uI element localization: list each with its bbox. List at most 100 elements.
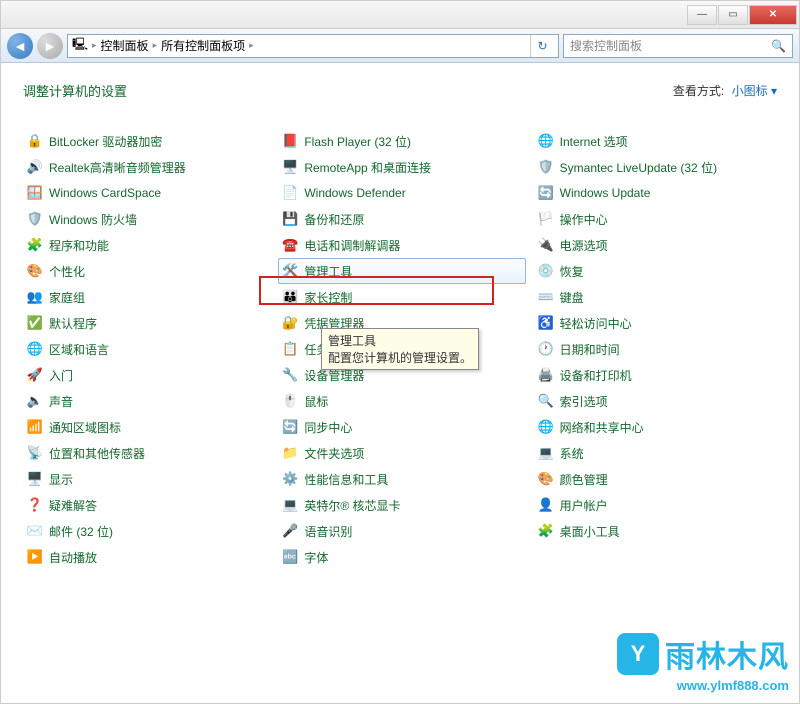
cp-item[interactable]: 📶通知区域图标 bbox=[23, 414, 270, 440]
item-label: Realtek高清晰音频管理器 bbox=[49, 159, 186, 176]
maximize-button[interactable]: ▭ bbox=[718, 5, 748, 25]
cp-item[interactable]: 🔄同步中心 bbox=[278, 414, 525, 440]
cp-item[interactable]: 🔄Windows Update bbox=[534, 180, 781, 206]
search-input[interactable]: 搜索控制面板 🔍 bbox=[563, 34, 793, 58]
view-by-control[interactable]: 查看方式: 小图标 ▾ bbox=[673, 82, 777, 99]
item-icon: 🪟 bbox=[27, 185, 43, 201]
item-label: 自动播放 bbox=[49, 549, 97, 566]
cp-item[interactable]: 🕐日期和时间 bbox=[534, 336, 781, 362]
breadcrumb[interactable]: 🖳 ▸ 控制面板 ▸ 所有控制面板项 ▸ ↻ bbox=[67, 34, 559, 58]
item-icon: 🛡️ bbox=[27, 211, 43, 227]
item-label: Windows Update bbox=[560, 186, 651, 200]
item-icon: 👪 bbox=[282, 289, 298, 305]
watermark-logo-icon: Y bbox=[617, 633, 659, 675]
close-button[interactable]: ✕ bbox=[749, 5, 797, 25]
crumb-control-panel[interactable]: 控制面板 bbox=[101, 37, 149, 54]
cp-item[interactable]: 🚀入门 bbox=[23, 362, 270, 388]
cp-item[interactable]: 🧩桌面小工具 bbox=[534, 518, 781, 544]
cp-item[interactable]: 🔒BitLocker 驱动器加密 bbox=[23, 128, 270, 154]
chevron-right-icon: ▸ bbox=[153, 40, 158, 51]
view-by-value[interactable]: 小图标 ▾ bbox=[732, 84, 777, 98]
cp-item[interactable]: 🛡️Windows 防火墙 bbox=[23, 206, 270, 232]
item-label: 轻松访问中心 bbox=[560, 315, 632, 332]
cp-item[interactable]: 🔈声音 bbox=[23, 388, 270, 414]
cp-item[interactable]: 📡位置和其他传感器 bbox=[23, 440, 270, 466]
item-icon: 🌐 bbox=[538, 133, 554, 149]
item-icon: 🔄 bbox=[282, 419, 298, 435]
item-icon: 🔤 bbox=[282, 549, 298, 565]
item-label: 操作中心 bbox=[560, 211, 608, 228]
cp-item[interactable]: ⌨️键盘 bbox=[534, 284, 781, 310]
item-icon: 💿 bbox=[538, 263, 554, 279]
cp-item[interactable]: 🌐区域和语言 bbox=[23, 336, 270, 362]
cp-item[interactable]: ♿轻松访问中心 bbox=[534, 310, 781, 336]
cp-item[interactable]: 🧩程序和功能 bbox=[23, 232, 270, 258]
crumb-all-items[interactable]: 所有控制面板项 bbox=[161, 37, 245, 54]
item-icon: 🔊 bbox=[27, 159, 43, 175]
item-label: 用户帐户 bbox=[560, 497, 608, 514]
item-label: 家长控制 bbox=[304, 289, 352, 306]
item-label: BitLocker 驱动器加密 bbox=[49, 133, 162, 150]
cp-item[interactable]: 🛠️管理工具 bbox=[278, 258, 525, 284]
item-icon: 💻 bbox=[282, 497, 298, 513]
minimize-button[interactable]: — bbox=[687, 5, 717, 25]
item-icon: 🔍 bbox=[538, 393, 554, 409]
item-label: 设备和打印机 bbox=[560, 367, 632, 384]
cp-item[interactable]: 💾备份和还原 bbox=[278, 206, 525, 232]
cp-item[interactable]: 🔍索引选项 bbox=[534, 388, 781, 414]
cp-item[interactable]: 🖥️显示 bbox=[23, 466, 270, 492]
item-label: 键盘 bbox=[560, 289, 584, 306]
forward-button[interactable]: ► bbox=[37, 33, 63, 59]
cp-item[interactable]: 📕Flash Player (32 位) bbox=[278, 128, 525, 154]
item-label: Internet 选项 bbox=[560, 133, 628, 150]
cp-item[interactable]: 🌐网络和共享中心 bbox=[534, 414, 781, 440]
cp-item[interactable]: 🏳️操作中心 bbox=[534, 206, 781, 232]
item-label: 性能信息和工具 bbox=[304, 471, 388, 488]
item-label: 桌面小工具 bbox=[560, 523, 620, 540]
cp-item[interactable]: ▶️自动播放 bbox=[23, 544, 270, 570]
cp-item[interactable]: ✉️邮件 (32 位) bbox=[23, 518, 270, 544]
refresh-button[interactable]: ↻ bbox=[530, 35, 554, 57]
cp-item[interactable]: ❓疑难解答 bbox=[23, 492, 270, 518]
cp-item[interactable]: 🎨颜色管理 bbox=[534, 466, 781, 492]
cp-item[interactable]: 🖥️RemoteApp 和桌面连接 bbox=[278, 154, 525, 180]
cp-item[interactable]: ☎️电话和调制解调器 bbox=[278, 232, 525, 258]
tooltip: 管理工具 配置您计算机的管理设置。 bbox=[321, 328, 479, 370]
item-label: 语音识别 bbox=[304, 523, 352, 540]
chevron-right-icon: ▸ bbox=[249, 40, 254, 51]
cp-item[interactable]: 🔌电源选项 bbox=[534, 232, 781, 258]
view-by-label: 查看方式: bbox=[673, 84, 724, 98]
item-icon: 🖨️ bbox=[538, 367, 554, 383]
cp-item[interactable]: 💿 恢复 bbox=[534, 258, 781, 284]
cp-item[interactable]: 🛡️Symantec LiveUpdate (32 位) bbox=[534, 154, 781, 180]
item-icon: 🔐 bbox=[282, 315, 298, 331]
cp-item[interactable]: ✅默认程序 bbox=[23, 310, 270, 336]
item-icon: 🛠️ bbox=[282, 263, 298, 279]
address-bar: ◄ ► 🖳 ▸ 控制面板 ▸ 所有控制面板项 ▸ ↻ 搜索控制面板 🔍 bbox=[1, 29, 799, 63]
item-label: 电话和调制解调器 bbox=[304, 237, 400, 254]
cp-item[interactable]: 👤用户帐户 bbox=[534, 492, 781, 518]
cp-item[interactable]: 💻英特尔® 核芯显卡 bbox=[278, 492, 525, 518]
cp-item[interactable]: 🪟Windows CardSpace bbox=[23, 180, 270, 206]
item-label: 入门 bbox=[49, 367, 73, 384]
cp-item[interactable]: ⚙️性能信息和工具 bbox=[278, 466, 525, 492]
cp-item[interactable]: 🌐 Internet 选项 bbox=[534, 128, 781, 154]
cp-item[interactable]: 👥家庭组 bbox=[23, 284, 270, 310]
watermark-brand: 雨林木风 bbox=[665, 632, 789, 676]
cp-item[interactable]: 📄Windows Defender bbox=[278, 180, 525, 206]
cp-item[interactable]: 🔊 Realtek高清晰音频管理器 bbox=[23, 154, 270, 180]
back-button[interactable]: ◄ bbox=[7, 33, 33, 59]
cp-item[interactable]: 💻系统 bbox=[534, 440, 781, 466]
cp-item[interactable]: 👪 家长控制 bbox=[278, 284, 525, 310]
item-label: 字体 bbox=[304, 549, 328, 566]
item-label: 鼠标 bbox=[304, 393, 328, 410]
item-icon: 💾 bbox=[282, 211, 298, 227]
cp-item[interactable]: 🎤语音识别 bbox=[278, 518, 525, 544]
cp-item[interactable]: 🖨️ 设备和打印机 bbox=[534, 362, 781, 388]
item-label: 恢复 bbox=[560, 263, 584, 280]
cp-item[interactable]: 🔤 字体 bbox=[278, 544, 525, 570]
cp-item[interactable]: 🖱️鼠标 bbox=[278, 388, 525, 414]
cp-item[interactable]: 📁文件夹选项 bbox=[278, 440, 525, 466]
cp-item[interactable]: 🎨个性化 bbox=[23, 258, 270, 284]
item-icon: 🔌 bbox=[538, 237, 554, 253]
